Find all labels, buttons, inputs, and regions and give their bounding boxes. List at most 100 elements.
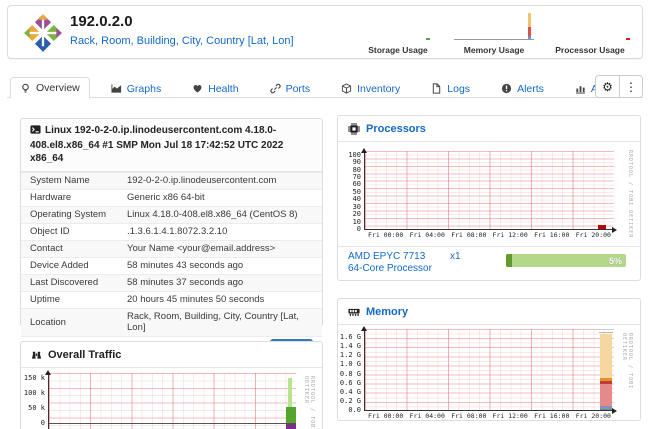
tab-inventory[interactable]: Inventory — [331, 77, 410, 99]
y-axis-tick: 0 — [357, 225, 361, 233]
device-header-card: 192.0.2.0 Rack, Room, Building, City, Co… — [7, 5, 643, 59]
x-axis-tick: Fri 16:00 — [534, 412, 569, 420]
header-minigraph-storage-usage[interactable]: Storage Usage — [356, 12, 440, 55]
tab-health[interactable]: Health — [182, 77, 248, 99]
processors-header[interactable]: Processors — [338, 116, 640, 142]
x-axis-tick: Fri 12:00 — [493, 231, 528, 239]
graph-series-bar — [600, 334, 611, 378]
more-options-button[interactable]: ⋮ — [619, 76, 642, 97]
y-axis-tick: 0.8 G — [340, 370, 361, 378]
system-info-row-contact: Contact Your Name <your@email.address> — [21, 240, 322, 257]
processors-panel: Processors 1009080706050403020100Fri 00:… — [337, 115, 641, 281]
bar-chart-icon — [575, 83, 586, 94]
x-axis-tick: Fri 04:00 — [410, 231, 445, 239]
link-icon — [270, 83, 281, 94]
cpu-usage-bar: 5% — [506, 254, 626, 267]
graph-series-bar — [600, 409, 611, 410]
processors-graph[interactable]: 1009080706050403020100Fri 00:00Fri 04:00… — [338, 142, 640, 246]
tab-ports[interactable]: Ports — [260, 77, 321, 99]
gear-icon: ⚙ — [602, 80, 613, 94]
rrdtool-watermark: RRDTOOL / TOBI OETIKER — [303, 376, 315, 429]
memory-plot-area: 1.6 G1.4 G1.2 G1.0 G0.8 G0.6 G0.4 G0.2 G… — [364, 329, 614, 411]
device-location-link[interactable]: Rack, Room, Building, City, Country [Lat… — [70, 35, 294, 47]
minigraph-label: Storage Usage — [368, 45, 428, 55]
zero-line — [49, 423, 296, 424]
y-axis-tick: 0 — [41, 419, 45, 427]
cube-icon — [341, 83, 352, 94]
cpu-usage-percent: 5% — [609, 256, 622, 266]
x-axis-tick: Fri 08:00 — [451, 412, 486, 420]
binoculars-icon — [31, 349, 42, 360]
kebab-menu-icon: ⋮ — [625, 80, 637, 94]
exclamation-circle-icon — [501, 83, 512, 94]
system-info-row-system-name: System Name 192-0-2-0.ip.linodeuserconte… — [21, 172, 322, 189]
overall-traffic-graph[interactable]: 050 k100 k150 k RRDTOOL / TOBI OETIKER — [21, 368, 322, 429]
cpu-icon — [348, 123, 360, 135]
header-minigraphs: Storage Usage Memory Usage Processor Usa… — [356, 12, 632, 55]
rrdtool-watermark: RRDTOOL / TOBI OETIKER — [621, 333, 633, 421]
y-axis-tick: 100 k — [24, 389, 45, 397]
y-axis-tick: 1.0 G — [340, 360, 361, 368]
graph-series-bar — [599, 332, 613, 333]
cpu-usage-row: AMD EPYC 7713 x1 64-Core Processor 5% — [338, 246, 640, 281]
y-axis-tick: 1.4 G — [340, 342, 361, 350]
graph-series-bar — [598, 225, 606, 229]
device-tabs-nav: Overview Graphs Health Ports Inventory L… — [7, 75, 643, 98]
cpu-name-link[interactable]: AMD EPYC 7713 — [348, 251, 425, 262]
y-axis-tick: 150 k — [24, 374, 45, 382]
x-axis-tick: Fri 12:00 — [493, 412, 528, 420]
y-axis-tick: 0.2 G — [340, 397, 361, 405]
tab-logs[interactable]: Logs — [421, 77, 480, 99]
y-axis-tick: 0.4 G — [340, 388, 361, 396]
rrdtool-watermark: RRDTOOL / TOBI OETIKER — [627, 150, 633, 238]
x-axis-tick: Fri 00:00 — [368, 231, 403, 239]
memory-icon — [348, 306, 360, 317]
header-minigraph-memory-usage[interactable]: Memory Usage — [452, 12, 536, 55]
system-info-row-last-discovered: Last Discovered 58 minutes 37 seconds ag… — [21, 274, 322, 291]
system-info-row-object-id: Object ID .1.3.6.1.4.1.8072.3.2.10 — [21, 223, 322, 240]
terminal-icon — [30, 124, 41, 139]
x-axis-tick: Fri 04:00 — [410, 412, 445, 420]
x-axis-tick: Fri 20:00 — [576, 231, 611, 239]
cpu-usage-fill — [506, 254, 512, 267]
lightbulb-icon — [20, 83, 31, 94]
graph-series-bar — [600, 384, 611, 406]
y-axis-tick: 1.6 G — [340, 333, 361, 341]
y-axis-tick: 0.0 — [348, 406, 361, 414]
x-axis-tick: Fri 20:00 — [576, 412, 611, 420]
graph-series-bar — [286, 407, 296, 422]
settings-gear-button[interactable]: ⚙ — [596, 76, 619, 97]
system-info-row-hardware: Hardware Generic x86 64-bit — [21, 189, 322, 206]
y-axis-tick: 0.6 G — [340, 379, 361, 387]
x-axis-tick: Fri 16:00 — [534, 231, 569, 239]
device-name: 192.0.2.0 — [70, 13, 133, 30]
area-chart-icon — [111, 83, 122, 94]
tab-list: Overview Graphs Health Ports Inventory L… — [7, 75, 643, 98]
overall-traffic-panel: Overall Traffic 050 k100 k150 k RRDTOOL … — [20, 341, 323, 429]
tab-graphs[interactable]: Graphs — [101, 77, 171, 99]
nav-button-group: ⚙ ⋮ — [595, 75, 643, 98]
graph-series-bar — [599, 329, 613, 330]
centos-logo — [24, 14, 62, 52]
y-axis-tick: 50 k — [28, 404, 45, 412]
traffic-plot-area: 050 k100 k150 k — [48, 373, 296, 429]
system-info-row-uptime: Uptime 20 hours 45 minutes 50 seconds — [21, 291, 322, 308]
memory-panel: Memory 1.6 G1.4 G1.2 G1.0 G 0.8 G0.6 G0.4… — [337, 298, 641, 421]
memory-header[interactable]: Memory — [338, 299, 640, 325]
system-info-row-location: Location Rack, Room, Building, City, Cou… — [21, 308, 322, 336]
tab-overview[interactable]: Overview — [10, 77, 90, 99]
file-icon — [431, 83, 442, 94]
header-minigraph-processor-usage[interactable]: Processor Usage — [548, 12, 632, 55]
cpu-count: x1 — [450, 251, 461, 262]
minigraph-label: Processor Usage — [555, 45, 624, 55]
system-title: Linux 192-0-2-0.ip.linodeusercontent.com… — [21, 119, 322, 172]
overall-traffic-header: Overall Traffic — [21, 342, 322, 368]
y-axis-tick: 1.2 G — [340, 351, 361, 359]
x-axis-tick: Fri 00:00 — [368, 412, 403, 420]
minigraph-sparkline — [452, 12, 536, 44]
x-axis-tick: Fri 08:00 — [451, 231, 486, 239]
memory-graph[interactable]: 1.6 G1.4 G1.2 G1.0 G 0.8 G0.6 G0.4 G0.2 G… — [338, 325, 640, 421]
tab-alerts[interactable]: Alerts — [491, 77, 554, 99]
heart-icon — [192, 83, 203, 94]
processors-plot-area: 1009080706050403020100Fri 00:00Fri 04:00… — [364, 151, 614, 230]
